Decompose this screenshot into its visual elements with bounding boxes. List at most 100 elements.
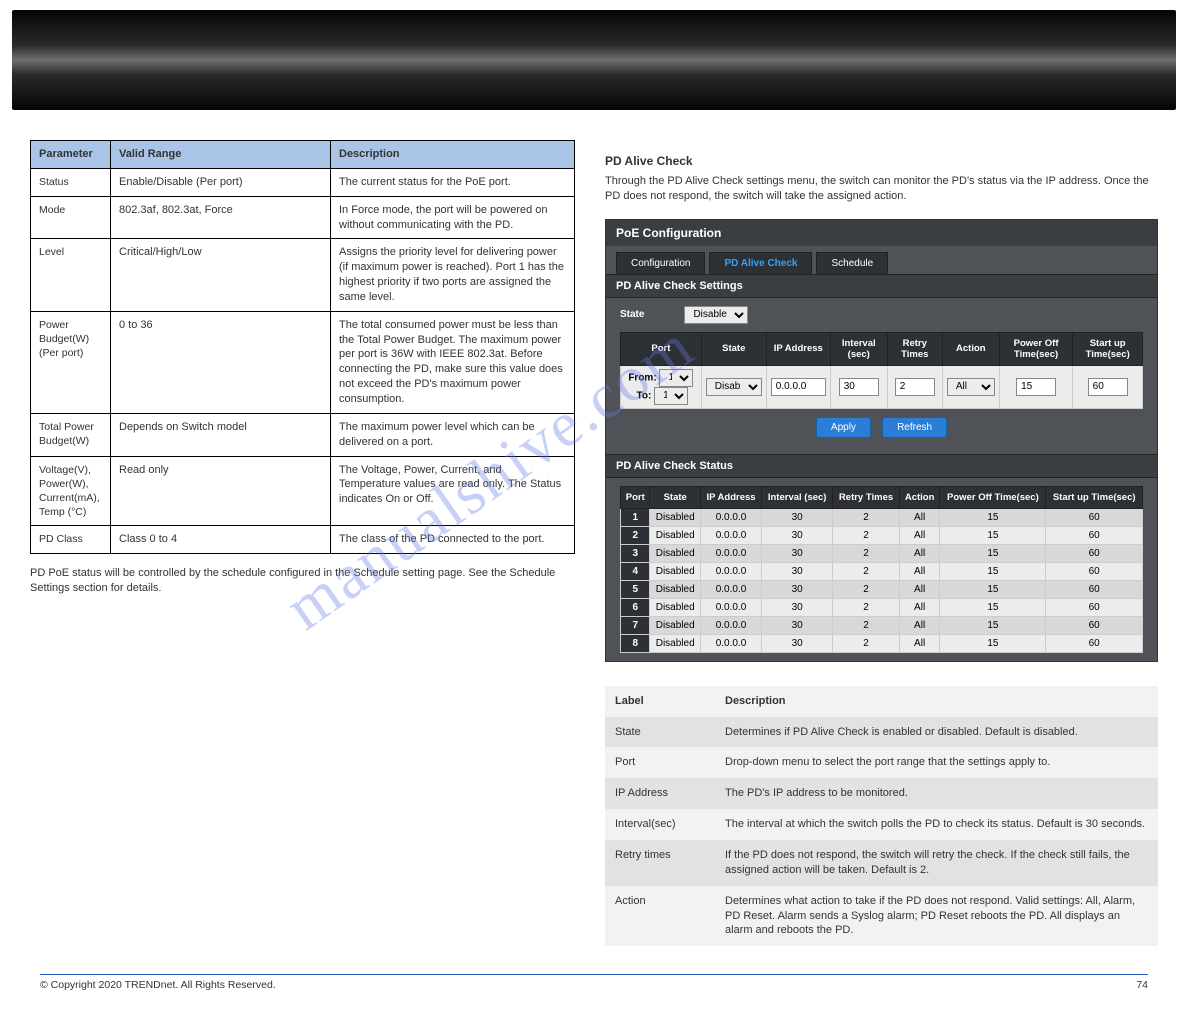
status-cell: 4 <box>621 562 650 580</box>
status-cell: Disabled <box>650 598 700 616</box>
params-th-range: Valid Range <box>111 141 331 169</box>
status-row: 7Disabled0.0.0.0302All1560 <box>621 616 1143 634</box>
status-row: 8Disabled0.0.0.0302All1560 <box>621 634 1143 652</box>
param-name: Status <box>31 168 111 196</box>
param-desc: In Force mode, the port will be powered … <box>331 196 575 239</box>
ui-col-header: State <box>701 332 766 365</box>
info-desc: If the PD does not respond, the switch w… <box>715 840 1158 886</box>
status-cell: 30 <box>762 526 833 544</box>
status-cell: 0.0.0.0 <box>700 562 761 580</box>
ui-col-header: Start up Time(sec) <box>1073 332 1143 365</box>
status-cell: 30 <box>762 562 833 580</box>
refresh-button[interactable]: Refresh <box>882 417 947 438</box>
status-cell: 2 <box>833 508 900 526</box>
params-row: Mode802.3af, 802.3at, ForceIn Force mode… <box>31 196 575 239</box>
status-cell: 30 <box>762 508 833 526</box>
status-cell: 2 <box>833 616 900 634</box>
info-row: Retry timesIf the PD does not respond, t… <box>605 840 1158 886</box>
status-cell: 15 <box>940 634 1046 652</box>
info-label: State <box>605 717 715 748</box>
ip-input[interactable] <box>771 378 826 396</box>
status-col-header: Retry Times <box>833 486 900 508</box>
status-cell: 30 <box>762 634 833 652</box>
status-cell: All <box>899 562 940 580</box>
param-range: Read only <box>111 456 331 526</box>
status-cell: 6 <box>621 598 650 616</box>
interval-input[interactable] <box>839 378 879 396</box>
params-row: LevelCritical/High/LowAssigns the priori… <box>31 239 575 311</box>
param-desc: The maximum power level which can be del… <box>331 413 575 456</box>
tab-configuration[interactable]: Configuration <box>616 252 705 274</box>
row-state-select[interactable]: Disable <box>706 378 762 396</box>
poe-config-window: PoE Configuration Configuration PD Alive… <box>605 219 1158 662</box>
startup-input[interactable] <box>1088 378 1128 396</box>
status-cell: 60 <box>1046 562 1143 580</box>
status-cell: 0.0.0.0 <box>700 544 761 562</box>
section-settings: PD Alive Check Settings <box>606 274 1157 298</box>
params-row: Voltage(V), Power(W), Current(mA), Temp … <box>31 456 575 526</box>
param-range: Depends on Switch model <box>111 413 331 456</box>
info-label: Interval(sec) <box>605 809 715 840</box>
left-note: PD PoE status will be controlled by the … <box>30 566 575 597</box>
status-col-header: Action <box>899 486 940 508</box>
status-cell: 30 <box>762 598 833 616</box>
status-cell: 15 <box>940 562 1046 580</box>
poweroff-input[interactable] <box>1016 378 1056 396</box>
param-name: Level <box>31 239 111 311</box>
status-cell: 30 <box>762 616 833 634</box>
param-name: PD Class <box>31 526 111 554</box>
status-row: 2Disabled0.0.0.0302All1560 <box>621 526 1143 544</box>
params-th-desc: Description <box>331 141 575 169</box>
status-cell: 2 <box>833 526 900 544</box>
apply-button[interactable]: Apply <box>816 417 871 438</box>
param-range: Class 0 to 4 <box>111 526 331 554</box>
param-range: 0 to 36 <box>111 311 331 413</box>
status-row: 6Disabled0.0.0.0302All1560 <box>621 598 1143 616</box>
action-select[interactable]: All <box>947 378 995 396</box>
to-label: To: <box>636 390 651 401</box>
status-cell: Disabled <box>650 616 700 634</box>
retry-input[interactable] <box>895 378 935 396</box>
tab-schedule[interactable]: Schedule <box>816 252 888 274</box>
status-cell: 15 <box>940 616 1046 634</box>
status-cell: All <box>899 580 940 598</box>
param-desc: The class of the PD connected to the por… <box>331 526 575 554</box>
status-cell: All <box>899 508 940 526</box>
status-cell: 60 <box>1046 634 1143 652</box>
status-cell: 60 <box>1046 508 1143 526</box>
status-col-header: State <box>650 486 700 508</box>
params-row: Total Power Budget(W)Depends on Switch m… <box>31 413 575 456</box>
footer-copyright: © Copyright 2020 TRENDnet. All Rights Re… <box>40 979 276 991</box>
status-cell: 0.0.0.0 <box>700 616 761 634</box>
state-select[interactable]: Disable <box>684 306 748 324</box>
param-desc: The total consumed power must be less th… <box>331 311 575 413</box>
status-cell: 7 <box>621 616 650 634</box>
ui-col-header: IP Address <box>766 332 830 365</box>
info-table: Label Description StateDetermines if PD … <box>605 686 1158 946</box>
param-range: 802.3af, 802.3at, Force <box>111 196 331 239</box>
status-cell: 30 <box>762 544 833 562</box>
status-cell: Disabled <box>650 526 700 544</box>
status-row: 5Disabled0.0.0.0302All1560 <box>621 580 1143 598</box>
params-row: Power Budget(W) (Per port)0 to 36The tot… <box>31 311 575 413</box>
status-cell: 8 <box>621 634 650 652</box>
params-row: StatusEnable/Disable (Per port)The curre… <box>31 168 575 196</box>
param-range: Enable/Disable (Per port) <box>111 168 331 196</box>
port-from-select[interactable]: 1 <box>659 369 693 387</box>
info-row: StateDetermines if PD Alive Check is ena… <box>605 717 1158 748</box>
param-name: Voltage(V), Power(W), Current(mA), Temp … <box>31 456 111 526</box>
info-th-desc: Description <box>715 686 1158 717</box>
status-cell: 0.0.0.0 <box>700 634 761 652</box>
info-desc: The interval at which the switch polls t… <box>715 809 1158 840</box>
status-cell: 3 <box>621 544 650 562</box>
port-to-select[interactable]: 1 <box>654 387 688 405</box>
tab-pd-alive-check[interactable]: PD Alive Check <box>709 252 812 274</box>
params-row: PD ClassClass 0 to 4The class of the PD … <box>31 526 575 554</box>
status-cell: 15 <box>940 598 1046 616</box>
status-cell: 60 <box>1046 616 1143 634</box>
info-label: Retry times <box>605 840 715 886</box>
status-col-header: Port <box>621 486 650 508</box>
info-th-label: Label <box>605 686 715 717</box>
status-cell: 0.0.0.0 <box>700 526 761 544</box>
pd-alive-check-heading: PD Alive Check <box>605 154 1158 168</box>
